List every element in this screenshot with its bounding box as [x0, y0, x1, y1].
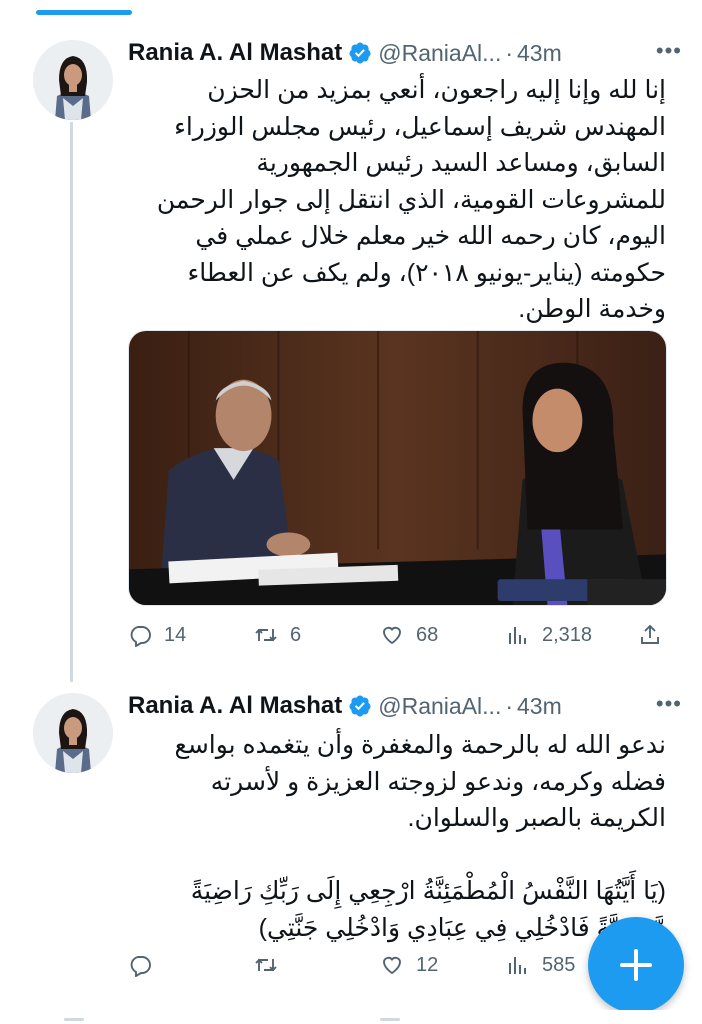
retweet-icon	[255, 958, 277, 972]
thread-connector-line	[70, 122, 73, 682]
share-button[interactable]	[638, 620, 662, 650]
reply-icon	[130, 956, 151, 977]
views-button[interactable]: 2,318	[506, 620, 592, 650]
author-handle[interactable]: @RaniaAl...	[378, 693, 501, 720]
share-icon	[641, 624, 659, 644]
tweet-text: ندعو الله له بالرحمة والمغفرة وأن يتغمده…	[174, 731, 666, 942]
tweet-header: Rania A. Al Mashat @RaniaAl... · 43m •••	[128, 691, 682, 721]
author-name[interactable]: Rania A. Al Mashat	[128, 692, 342, 720]
tweet-actions: 14 6 68 2,318	[128, 620, 668, 650]
timestamp[interactable]: 43m	[517, 40, 562, 67]
views-chart-icon	[509, 957, 526, 974]
bottom-edge	[0, 1010, 702, 1024]
avatar[interactable]	[33, 693, 113, 773]
more-options-icon[interactable]: •••	[656, 691, 682, 717]
tweet-actions: 12 585	[128, 950, 668, 980]
view-count: 2,318	[542, 623, 593, 646]
reply-button[interactable]: 14	[128, 620, 186, 650]
tab-indicator	[36, 10, 132, 15]
compose-tweet-button[interactable]	[588, 917, 684, 1013]
separator-dot: ·	[505, 692, 514, 719]
tweet-media-photo[interactable]	[128, 330, 667, 606]
retweet-button[interactable]	[254, 950, 290, 980]
views-button[interactable]: 585	[506, 950, 575, 980]
tweet-text: إنا لله وإنا إليه راجعون، أنعي بمزيد من …	[156, 76, 666, 323]
like-count: 68	[416, 623, 439, 646]
author-name[interactable]: Rania A. Al Mashat	[128, 39, 342, 67]
avatar[interactable]	[33, 40, 113, 120]
retweet-icon	[255, 628, 277, 642]
tweet-header: Rania A. Al Mashat @RaniaAl... · 43m •••	[128, 38, 682, 68]
views-chart-icon	[509, 627, 526, 644]
like-count: 12	[416, 953, 439, 976]
more-options-icon[interactable]: •••	[656, 38, 682, 64]
divider-mark	[380, 1018, 400, 1021]
timestamp[interactable]: 43m	[517, 693, 562, 720]
author-handle[interactable]: @RaniaAl...	[378, 40, 501, 67]
heart-icon	[383, 626, 401, 645]
like-button[interactable]: 68	[380, 620, 438, 650]
divider-mark	[64, 1018, 84, 1021]
reply-button[interactable]	[128, 950, 164, 980]
reply-count: 14	[164, 623, 187, 646]
reply-icon	[130, 626, 151, 647]
verified-badge-icon	[348, 694, 372, 718]
view-count: 585	[542, 953, 576, 976]
separator-dot: ·	[505, 39, 514, 66]
retweet-button[interactable]: 6	[254, 620, 301, 650]
retweet-count: 6	[290, 623, 302, 646]
plus-icon	[620, 949, 652, 981]
like-button[interactable]: 12	[380, 950, 438, 980]
verified-badge-icon	[348, 41, 372, 65]
heart-icon	[383, 956, 401, 975]
